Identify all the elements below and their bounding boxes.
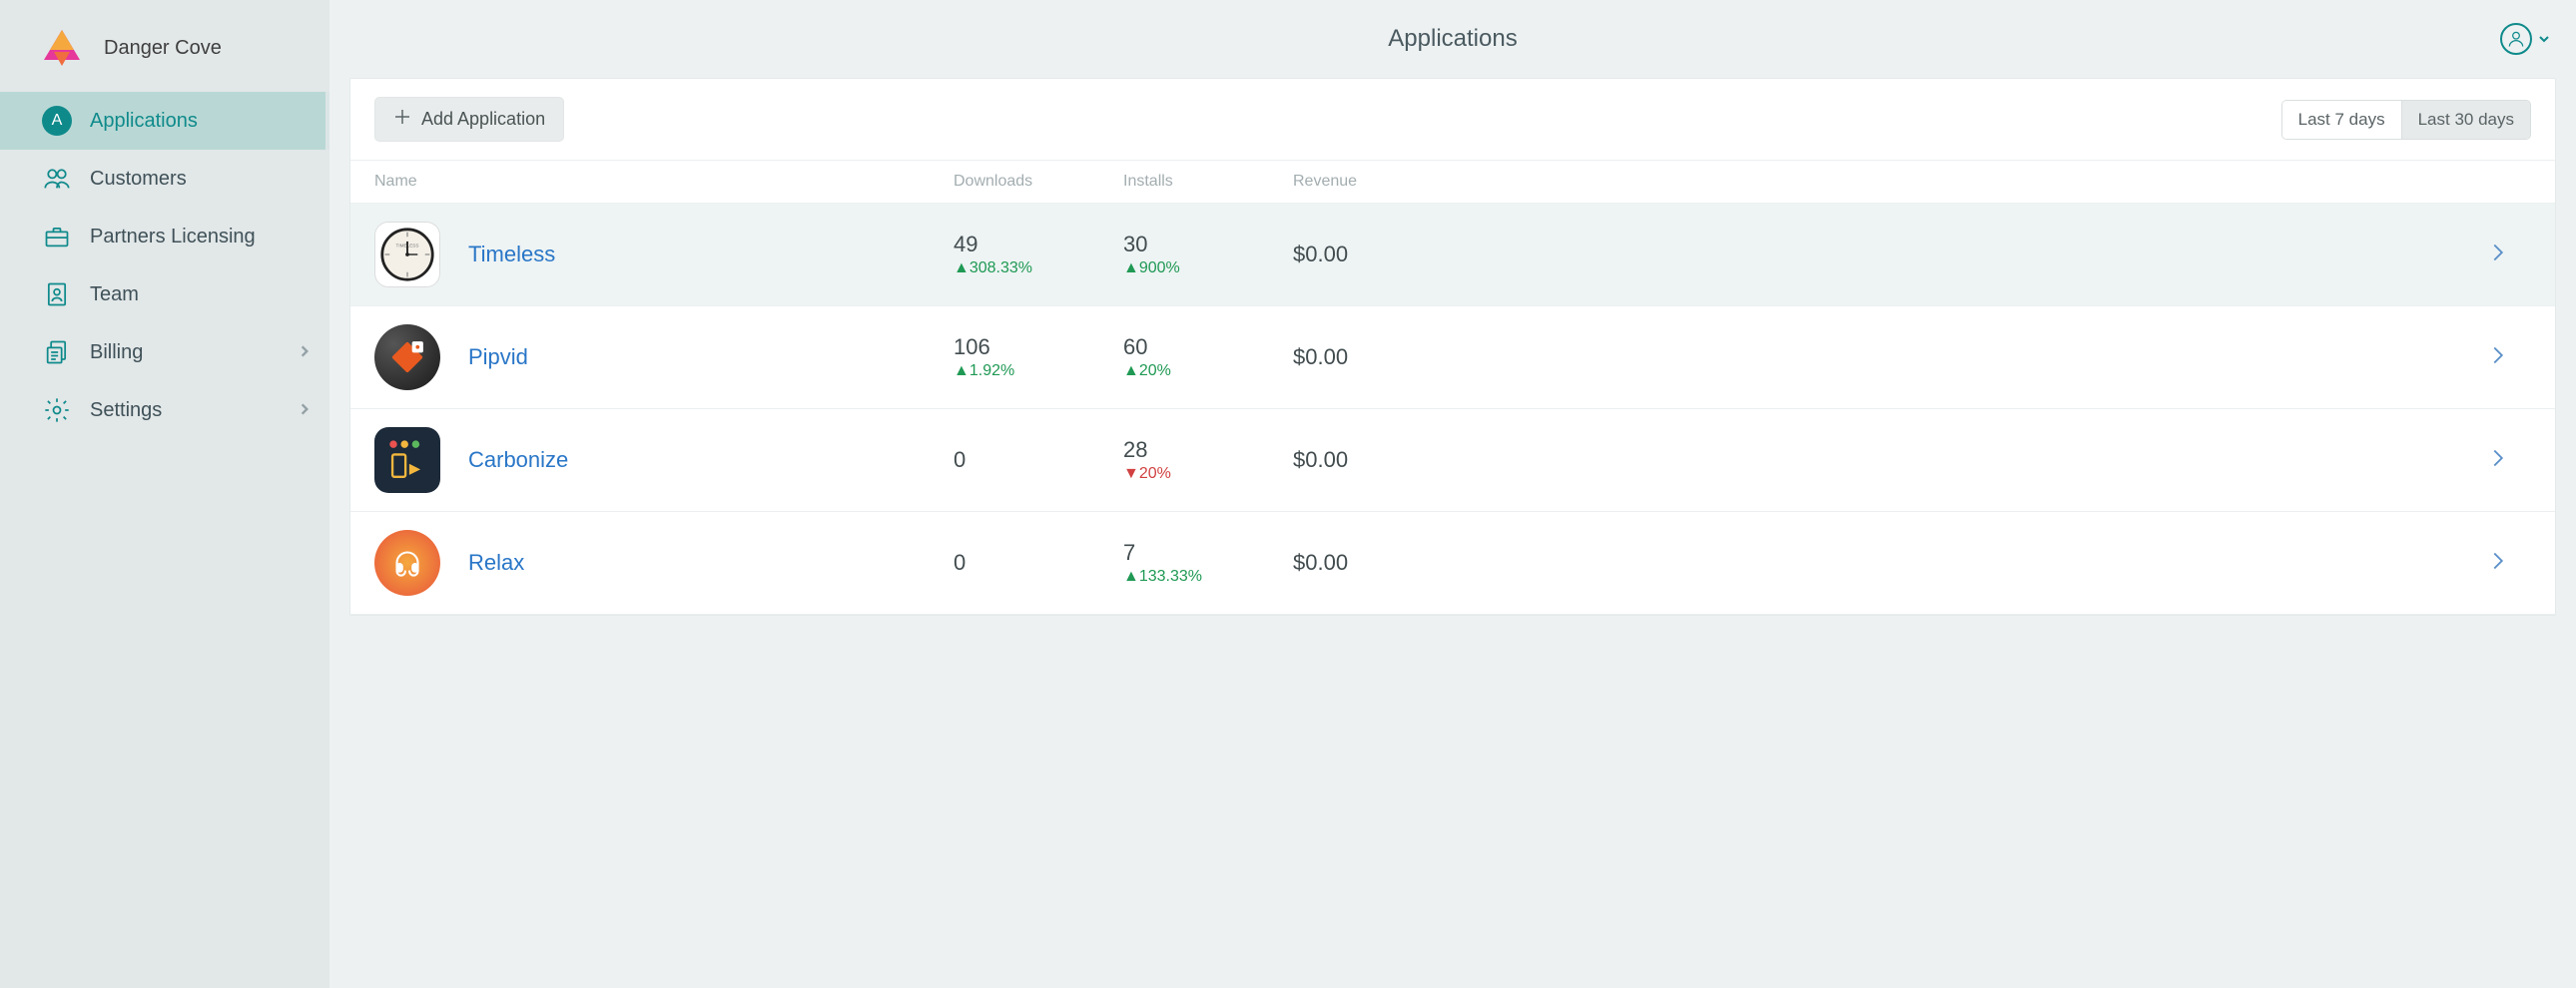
installs-change: ▲900%	[1123, 259, 1293, 277]
chevron-right-icon	[2491, 551, 2531, 576]
chevron-down-icon	[2538, 30, 2550, 48]
column-header-revenue: Revenue	[1293, 173, 2491, 191]
app-icon-relax	[374, 530, 440, 596]
content-panel: Add Application Last 7 days Last 30 days…	[349, 78, 2556, 616]
chevron-right-icon	[2491, 448, 2531, 473]
brand[interactable]: Danger Cove	[0, 16, 329, 92]
table-row[interactable]: Relax 0 7 ▲133.33% $0.00	[350, 512, 2555, 615]
app-name-link[interactable]: Carbonize	[468, 447, 568, 473]
chevron-right-icon	[300, 399, 310, 422]
sidebar-item-settings[interactable]: Settings	[0, 381, 329, 439]
sidebar: Danger Cove A Applications Customers	[0, 0, 329, 988]
app-name-link[interactable]: Pipvid	[468, 344, 528, 370]
installs-value: 30	[1123, 232, 1293, 257]
sidebar-item-label: Settings	[90, 399, 162, 422]
downloads-value: 106	[954, 334, 1123, 360]
applications-badge-icon: A	[42, 106, 72, 136]
team-icon	[42, 279, 72, 309]
date-range-segmented: Last 7 days Last 30 days	[2281, 100, 2531, 140]
range-last-7-days[interactable]: Last 7 days	[2282, 101, 2401, 139]
downloads-value: 49	[954, 232, 1123, 257]
table-row[interactable]: Carbonize 0 28 ▼20% $0.00	[350, 409, 2555, 512]
page-title: Applications	[1388, 25, 1517, 53]
installs-value: 7	[1123, 540, 1293, 566]
add-application-button[interactable]: Add Application	[374, 97, 564, 142]
sidebar-item-team[interactable]: Team	[0, 265, 329, 323]
sidebar-item-label: Team	[90, 283, 139, 306]
sidebar-item-label: Applications	[90, 110, 198, 133]
sidebar-item-label: Billing	[90, 341, 143, 364]
app-icon-carbonize	[374, 427, 440, 493]
downloads-change: ▲308.33%	[954, 259, 1123, 277]
installs-change: ▲20%	[1123, 362, 1293, 380]
app-icon-timeless: TIMELESS	[374, 222, 440, 287]
installs-value: 28	[1123, 437, 1293, 463]
revenue-value: $0.00	[1293, 344, 2491, 370]
main: Applications Add Ap	[329, 0, 2576, 988]
installs-change: ▲133.33%	[1123, 568, 1293, 586]
revenue-value: $0.00	[1293, 242, 2491, 267]
toolbar: Add Application Last 7 days Last 30 days	[350, 79, 2555, 160]
sidebar-item-partners-licensing[interactable]: Partners Licensing	[0, 208, 329, 265]
app-icon-pipvid	[374, 324, 440, 390]
range-last-30-days[interactable]: Last 30 days	[2401, 101, 2530, 139]
installs-value: 60	[1123, 334, 1293, 360]
billing-icon	[42, 337, 72, 367]
sidebar-item-billing[interactable]: Billing	[0, 323, 329, 381]
plus-icon	[393, 108, 411, 131]
downloads-value: 0	[954, 447, 1123, 473]
sidebar-item-label: Customers	[90, 168, 187, 191]
table-row[interactable]: Pipvid 106 ▲1.92% 60 ▲20% $0.00	[350, 306, 2555, 409]
column-header-downloads: Downloads	[954, 173, 1123, 191]
installs-change: ▼20%	[1123, 465, 1293, 483]
chevron-right-icon	[2491, 243, 2531, 267]
avatar-icon	[2500, 23, 2532, 55]
brand-name: Danger Cove	[104, 37, 222, 60]
sidebar-item-label: Partners Licensing	[90, 226, 256, 248]
sidebar-item-customers[interactable]: Customers	[0, 150, 329, 208]
table-header: Name Downloads Installs Revenue	[350, 160, 2555, 204]
revenue-value: $0.00	[1293, 550, 2491, 576]
column-header-installs: Installs	[1123, 173, 1293, 191]
column-header-name: Name	[374, 173, 954, 191]
brand-logo-icon	[42, 28, 82, 68]
user-menu[interactable]	[2500, 23, 2550, 55]
app-name-link[interactable]: Relax	[468, 550, 524, 576]
table-row[interactable]: TIMELESS Timeless 49 ▲308.33% 30 ▲900%	[350, 204, 2555, 306]
chevron-right-icon	[300, 341, 310, 364]
chevron-right-icon	[2491, 345, 2531, 370]
briefcase-icon	[42, 222, 72, 251]
app-name-link[interactable]: Timeless	[468, 242, 555, 267]
downloads-value: 0	[954, 550, 1123, 576]
page-header: Applications	[329, 0, 2576, 78]
sidebar-item-applications[interactable]: A Applications	[0, 92, 329, 150]
downloads-change: ▲1.92%	[954, 362, 1123, 380]
add-application-label: Add Application	[421, 109, 545, 130]
gear-icon	[42, 395, 72, 425]
customers-icon	[42, 164, 72, 194]
revenue-value: $0.00	[1293, 447, 2491, 473]
